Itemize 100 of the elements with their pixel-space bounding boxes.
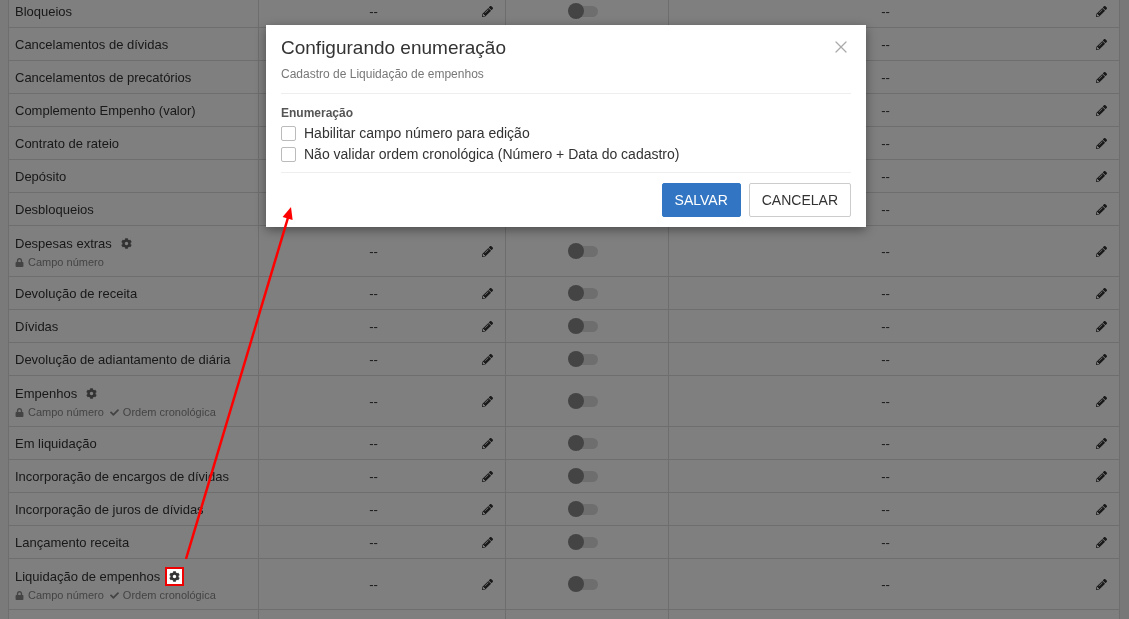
- edit-icon[interactable]: [1096, 104, 1107, 116]
- table-cell: --: [369, 285, 378, 301]
- table-cell: --: [881, 36, 890, 52]
- edit-icon[interactable]: [1096, 395, 1107, 407]
- section-label: Enumeração: [281, 106, 355, 120]
- edit-icon[interactable]: [482, 287, 493, 299]
- edit-icon[interactable]: [482, 320, 493, 332]
- row-name: Desbloqueios: [15, 201, 94, 217]
- toggle-switch[interactable]: [570, 470, 598, 482]
- row-name: Cancelamentos de precatórios: [15, 69, 192, 85]
- toggle-switch[interactable]: [570, 503, 598, 515]
- table-cell: --: [881, 69, 890, 85]
- table-cell: --: [881, 168, 890, 184]
- row-name: Lançamento receita: [15, 534, 130, 550]
- edit-icon[interactable]: [1096, 320, 1107, 332]
- table-cell: --: [369, 534, 378, 550]
- table-cell: --: [369, 243, 378, 259]
- table-cell: --: [881, 318, 890, 334]
- edit-icon[interactable]: [1096, 245, 1107, 257]
- toggle-switch[interactable]: [570, 287, 598, 299]
- save-button[interactable]: SALVAR: [661, 183, 741, 217]
- edit-icon[interactable]: [482, 395, 493, 407]
- table-cell: --: [369, 318, 378, 334]
- table-cell: --: [881, 201, 890, 217]
- toggle-switch[interactable]: [570, 5, 598, 17]
- check-icon: [109, 590, 119, 600]
- table-cell: --: [881, 351, 890, 367]
- edit-icon[interactable]: [1096, 38, 1107, 50]
- table-cell: --: [369, 435, 378, 451]
- checkbox[interactable]: [281, 125, 296, 141]
- toggle-switch[interactable]: [570, 353, 598, 365]
- edit-icon[interactable]: [482, 245, 493, 257]
- table-cell: --: [881, 135, 890, 151]
- table-cell: --: [881, 576, 890, 592]
- edit-icon[interactable]: [482, 578, 493, 590]
- table-cell: --: [881, 534, 890, 550]
- row-name: Despesas extras: [15, 236, 112, 251]
- toggle-switch[interactable]: [570, 395, 598, 407]
- row-tag: Ordem cronológica: [109, 406, 216, 418]
- row-name: Cancelamentos de dívidas: [15, 36, 169, 52]
- table-cell: --: [881, 435, 890, 451]
- toggle-switch[interactable]: [570, 536, 598, 548]
- dialog-subtitle: Cadastro de Liquidação de empenhos: [281, 67, 485, 81]
- table-cell: --: [881, 393, 890, 409]
- row-name: Complemento Empenho (valor): [15, 102, 196, 118]
- edit-icon[interactable]: [482, 353, 493, 365]
- edit-icon[interactable]: [1096, 536, 1107, 548]
- row-name: Contrato de rateio: [15, 135, 120, 151]
- table-cell: --: [881, 243, 890, 259]
- row-name: Bloqueios: [15, 3, 73, 19]
- edit-icon[interactable]: [1096, 5, 1107, 17]
- row-tag: Ordem cronológica: [109, 589, 216, 601]
- row-tag: Campo número: [15, 256, 104, 268]
- dialog-title: Configurando enumeração: [281, 37, 506, 59]
- table-cell: --: [881, 468, 890, 484]
- edit-icon[interactable]: [482, 437, 493, 449]
- edit-icon[interactable]: [1096, 137, 1107, 149]
- row-tag: Campo número: [15, 589, 104, 601]
- table-cell: --: [881, 3, 890, 19]
- checkbox-label: Habilitar campo número para edição: [304, 125, 530, 141]
- cancel-button[interactable]: CANCELAR: [748, 183, 851, 217]
- toggle-switch[interactable]: [570, 437, 598, 449]
- check-icon: [109, 407, 119, 417]
- edit-icon[interactable]: [1096, 71, 1107, 83]
- toggle-switch[interactable]: [570, 245, 598, 257]
- row-name: Dívidas: [15, 318, 59, 334]
- toggle-switch[interactable]: [570, 578, 598, 590]
- edit-icon[interactable]: [1096, 578, 1107, 590]
- row-name: Empenhos: [15, 386, 78, 401]
- table-cell: --: [369, 351, 378, 367]
- row-tag: Campo número: [15, 406, 104, 418]
- toggle-switch[interactable]: [570, 320, 598, 332]
- table-cell: --: [881, 501, 890, 517]
- edit-icon[interactable]: [482, 470, 493, 482]
- edit-icon[interactable]: [482, 503, 493, 515]
- table-cell: --: [369, 3, 378, 19]
- edit-icon[interactable]: [1096, 437, 1107, 449]
- lock-icon: [15, 257, 24, 267]
- edit-icon[interactable]: [1096, 203, 1107, 215]
- checkbox-label: Não validar ordem cronológica (Número + Data do cadastro): [304, 146, 680, 162]
- table-cell: --: [369, 468, 378, 484]
- table-cell: --: [369, 501, 378, 517]
- table-cell: --: [881, 285, 890, 301]
- table-cell: --: [369, 576, 378, 592]
- edit-icon[interactable]: [1096, 170, 1107, 182]
- edit-icon[interactable]: [1096, 470, 1107, 482]
- row-name: Em liquidação: [15, 435, 97, 451]
- edit-icon[interactable]: [1096, 503, 1107, 515]
- row-name: Liquidação de empenhos: [15, 569, 161, 584]
- highlighted-settings-icon[interactable]: [165, 567, 185, 586]
- lock-icon: [15, 590, 24, 600]
- lock-icon: [15, 407, 24, 417]
- edit-icon[interactable]: [482, 536, 493, 548]
- edit-icon[interactable]: [1096, 287, 1107, 299]
- checkbox[interactable]: [281, 146, 296, 162]
- edit-icon[interactable]: [1096, 353, 1107, 365]
- row-name: Depósito: [15, 168, 67, 184]
- edit-icon[interactable]: [482, 5, 493, 17]
- table-cell: --: [881, 102, 890, 118]
- table-cell: --: [369, 393, 378, 409]
